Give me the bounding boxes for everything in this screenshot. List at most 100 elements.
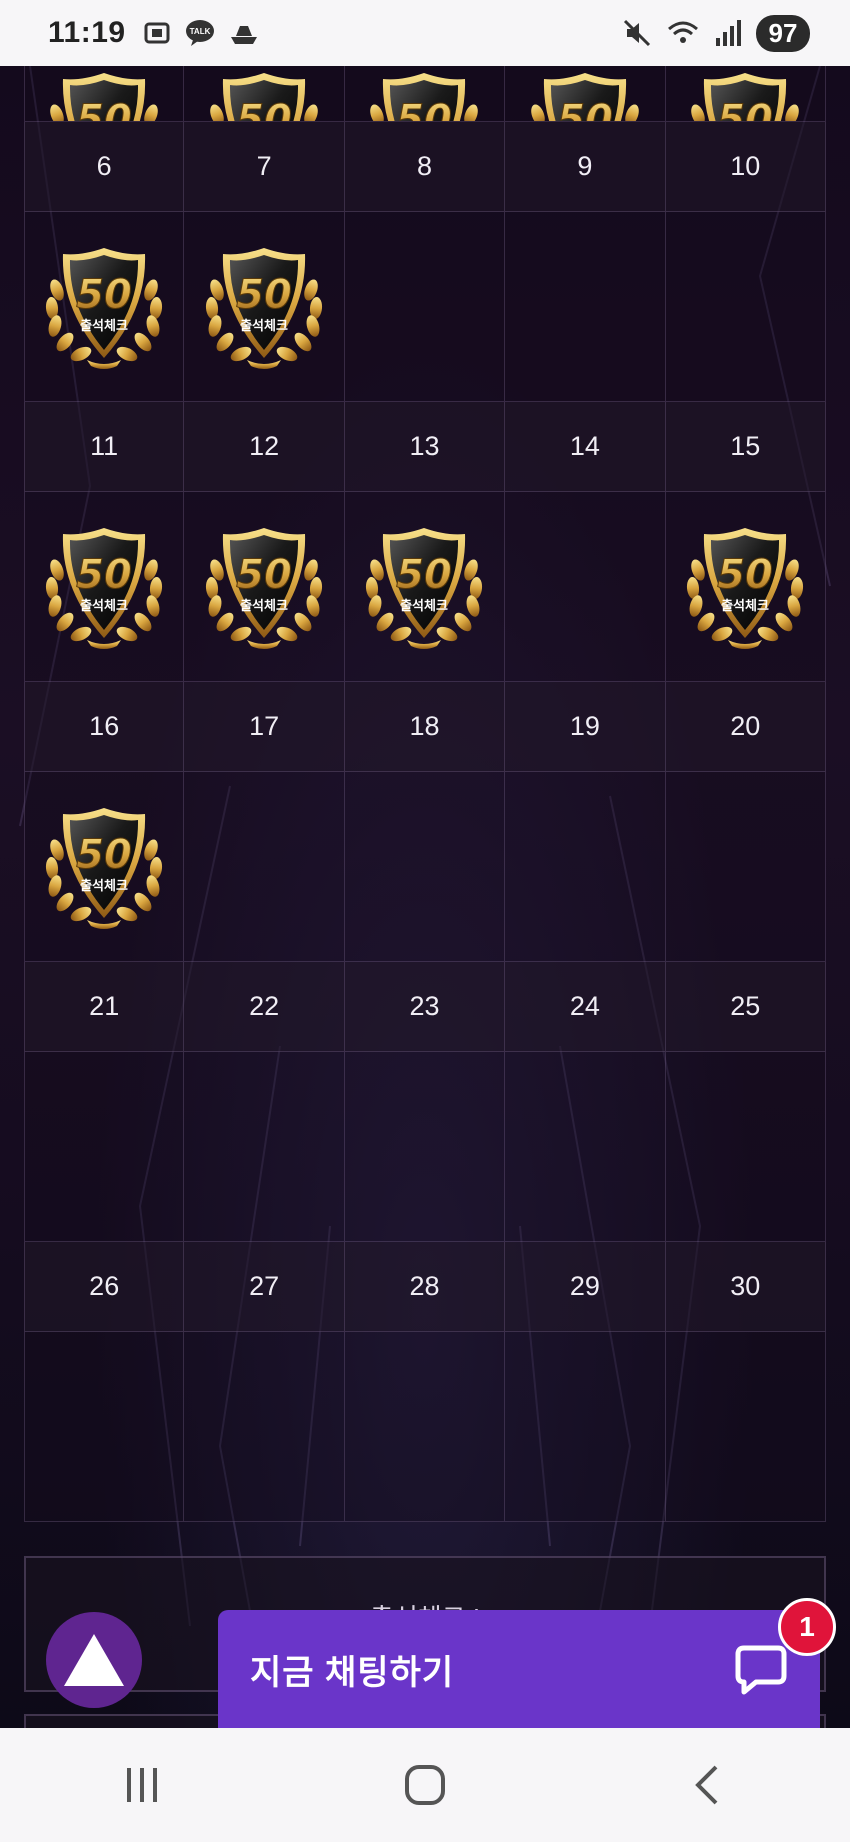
calendar-day[interactable]: 28 [344, 1242, 506, 1332]
stamp-cell [665, 492, 826, 682]
signal-icon [716, 20, 741, 46]
stamp-cell [184, 1332, 345, 1522]
stamp-row [24, 492, 826, 682]
stamp-cell [344, 1332, 506, 1522]
stamp-row [24, 212, 826, 402]
calendar-day[interactable]: 6 [24, 122, 185, 212]
calendar-day[interactable]: 21 [24, 962, 185, 1052]
stamp-cell [344, 492, 506, 682]
stamp-cell [505, 772, 666, 962]
stamp-row [24, 772, 826, 962]
stamp-cell [184, 1052, 345, 1242]
kakaotalk-icon: TALK [185, 20, 214, 46]
live-chat-button[interactable]: 지금 채팅하기 [218, 1610, 820, 1728]
calendar-day[interactable]: 13 [344, 402, 506, 492]
stamp-cell [505, 1332, 666, 1522]
badge-50-icon [37, 800, 171, 934]
calendar-day[interactable]: 30 [665, 1242, 826, 1332]
calendar-day[interactable]: 8 [344, 122, 506, 212]
stamp-cell [184, 492, 345, 682]
stamp-cell [184, 772, 345, 962]
calendar-day[interactable]: 7 [184, 122, 345, 212]
calendar-day[interactable]: 19 [505, 682, 666, 772]
badge-50-icon [357, 520, 491, 654]
wifi-icon [668, 21, 698, 43]
triangle-up-icon [64, 1634, 124, 1686]
recent-apps-icon [126, 1768, 157, 1802]
screenshot-icon [144, 22, 170, 44]
calendar-day[interactable]: 17 [184, 682, 345, 772]
stamp-cell [665, 1332, 826, 1522]
home-button[interactable] [365, 1745, 485, 1825]
recent-apps-button[interactable] [82, 1745, 202, 1825]
calendar-day[interactable]: 16 [24, 682, 185, 772]
attendance-page[interactable]: 6 7 8 9 10 11 12 13 14 15 16 17 18 19 20… [0, 66, 850, 1728]
calendar-day[interactable]: 18 [344, 682, 506, 772]
status-time: 11:19 [48, 16, 126, 49]
stamp-cell [184, 212, 345, 402]
day-number-row: 21 22 23 24 25 [24, 962, 826, 1052]
day-number-row: 6 7 8 9 10 [24, 122, 826, 212]
calendar-day[interactable]: 24 [505, 962, 666, 1052]
calendar-day[interactable]: 10 [665, 122, 826, 212]
unread-count-badge: 1 [778, 1598, 836, 1656]
stamp-cell [24, 772, 185, 962]
badge-50-icon [37, 240, 171, 374]
home-icon [404, 1765, 445, 1805]
calendar-day[interactable]: 22 [184, 962, 345, 1052]
scroll-to-top-button[interactable] [46, 1612, 142, 1708]
status-right-icons: 97 [622, 14, 810, 52]
badge-50-icon [197, 240, 331, 374]
stamp-cell [505, 492, 666, 682]
status-left-icons: TALK [142, 18, 260, 48]
stamp-cell [505, 1052, 666, 1242]
back-icon [695, 1765, 718, 1805]
calendar-day[interactable]: 25 [665, 962, 826, 1052]
stamp-cell [24, 212, 185, 402]
stamp-cell [344, 66, 506, 122]
calendar-day[interactable]: 12 [184, 402, 345, 492]
calendar-day[interactable]: 27 [184, 1242, 345, 1332]
stamp-cell [344, 1052, 506, 1242]
stamp-cell [665, 1052, 826, 1242]
badge-50-icon [518, 66, 652, 122]
badge-50-icon [357, 66, 491, 122]
day-number-row: 11 12 13 14 15 [24, 402, 826, 492]
android-nav-bar [0, 1728, 850, 1842]
stamp-cell [24, 66, 185, 122]
stamp-cell [184, 66, 345, 122]
day-number-row: 16 17 18 19 20 [24, 682, 826, 772]
calendar-day[interactable]: 14 [505, 402, 666, 492]
stamp-cell [665, 772, 826, 962]
chat-bubble-icon [735, 1645, 787, 1695]
calendar-day[interactable]: 20 [665, 682, 826, 772]
calendar-day[interactable]: 29 [505, 1242, 666, 1332]
back-button[interactable] [648, 1745, 768, 1825]
svg-text:TALK: TALK [189, 27, 210, 36]
stamp-cell [665, 212, 826, 402]
calendar-day[interactable]: 15 [665, 402, 826, 492]
badge-50-icon [197, 520, 331, 654]
chat-label: 지금 채팅하기 [250, 1653, 455, 1692]
calendar-day[interactable]: 23 [344, 962, 506, 1052]
calendar-day[interactable]: 9 [505, 122, 666, 212]
stamp-cell [505, 212, 666, 402]
stamp-cell [344, 772, 506, 962]
badge-50-icon [197, 66, 331, 122]
badge-50-icon [37, 520, 171, 654]
battery-level: 97 [756, 14, 810, 52]
badge-50-icon [678, 66, 812, 122]
calendar-day[interactable]: 11 [24, 402, 185, 492]
stamp-row [24, 66, 826, 122]
attendance-calendar: 6 7 8 9 10 11 12 13 14 15 16 17 18 19 20… [24, 66, 826, 1522]
stamp-cell [344, 212, 506, 402]
stamp-cell [24, 492, 185, 682]
boat-icon [230, 26, 257, 44]
status-bar: 11:19 TALK 97 [0, 0, 850, 66]
badge-50-icon [37, 66, 171, 122]
badge-50-icon [678, 520, 812, 654]
stamp-cell [665, 66, 826, 122]
calendar-day[interactable]: 26 [24, 1242, 185, 1332]
stamp-cell [24, 1332, 185, 1522]
stamp-cell [505, 66, 666, 122]
